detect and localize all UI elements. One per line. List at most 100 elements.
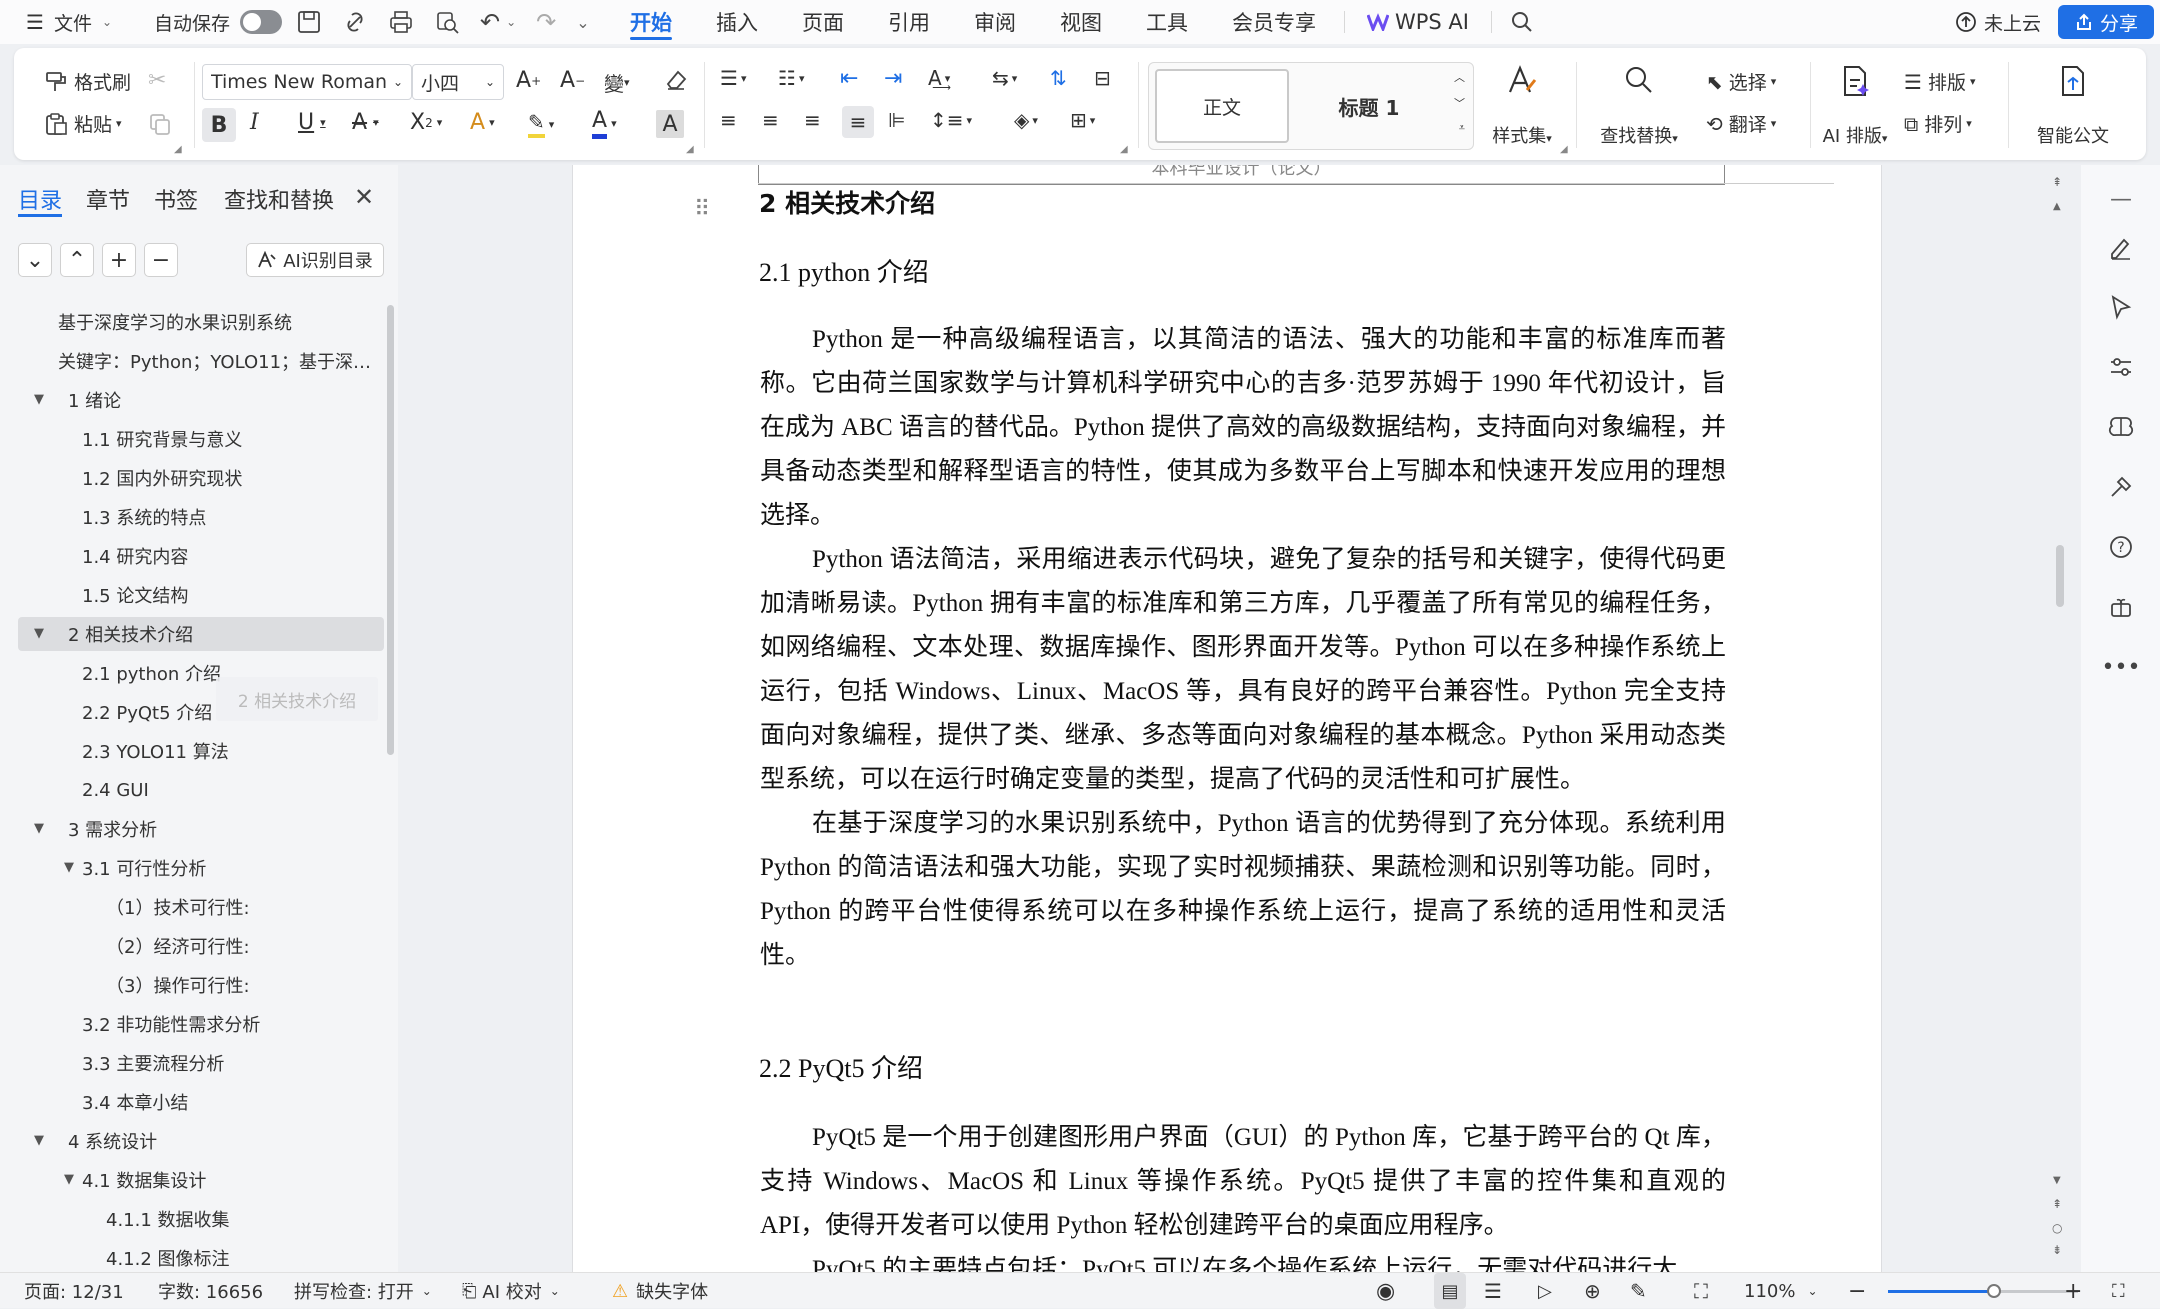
toc-item[interactable]: 3.2 非功能性需求分析: [82, 1007, 260, 1041]
tools-icon[interactable]: [2103, 469, 2139, 505]
paragraph[interactable]: Python 是一种高级编程语言，以其简洁的语法、强大的功能和丰富的标准库而著称…: [760, 318, 1726, 538]
next-page-icon[interactable]: ⇟: [2052, 1243, 2062, 1257]
font-name-select[interactable]: Times New Roman ⌄: [202, 64, 412, 100]
tab-home[interactable]: 开始: [608, 0, 694, 44]
grow-font-icon[interactable]: A +: [516, 68, 541, 93]
minimize-panel-icon[interactable]: —: [2103, 181, 2139, 217]
print-icon[interactable]: [388, 8, 414, 36]
toc-item[interactable]: 4.1.2 图像标注: [106, 1241, 230, 1275]
toggle-switch[interactable]: [240, 10, 283, 34]
adjust-sliders-icon[interactable]: [2103, 349, 2139, 385]
tab-tools[interactable]: 工具: [1124, 0, 1210, 44]
corner-expand-icon[interactable]: ◢: [174, 144, 182, 155]
tab-member[interactable]: 会员专享: [1210, 0, 1338, 44]
cursor-icon[interactable]: [2103, 289, 2139, 325]
smart-doc-button[interactable]: 智能公文: [2018, 64, 2128, 148]
more-icon[interactable]: •••: [2102, 649, 2141, 685]
prev-page-icon[interactable]: ⇞: [2052, 1197, 2062, 1211]
collapse-all-button[interactable]: ⌄: [18, 243, 52, 277]
autosave-toggle[interactable]: 自动保存: [154, 0, 283, 44]
toc-item[interactable]: 3 需求分析: [68, 812, 157, 846]
expand-up-button[interactable]: ⌃: [60, 243, 94, 277]
remove-heading-button[interactable]: −: [144, 243, 178, 277]
toc-item[interactable]: 2.3 YOLO11 算法: [82, 734, 229, 768]
expand-arrow-icon[interactable]: ▼: [64, 860, 74, 875]
style-normal[interactable]: 正文: [1155, 69, 1289, 143]
toc-item[interactable]: 基于深度学习的水果识别系统: [58, 305, 292, 339]
expand-arrow-icon[interactable]: ▼: [64, 1172, 74, 1187]
help-icon[interactable]: ?: [2103, 529, 2139, 565]
toc-item[interactable]: 4.1.1 数据收集: [106, 1202, 230, 1236]
arrange-button[interactable]: ⧉ 排列 ▾: [1904, 110, 1972, 137]
play-icon[interactable]: ▷: [1538, 1273, 1552, 1309]
select-button[interactable]: ⬉ 选择 ▾: [1706, 68, 1776, 95]
corner-expand-icon[interactable]: ◢: [1560, 144, 1568, 155]
corner-expand-icon[interactable]: ◢: [1120, 144, 1128, 155]
tab-view[interactable]: 视图: [1038, 0, 1124, 44]
select-browse-object-icon[interactable]: ○: [2052, 1221, 2062, 1235]
clear-format-icon[interactable]: [664, 68, 688, 92]
fit-page-icon[interactable]: ⛶: [1694, 1273, 1708, 1309]
share-button[interactable]: 分享: [2058, 5, 2154, 39]
heading-2-pyqt5[interactable]: 2.2 PyQt5 介绍: [759, 1048, 923, 1085]
zoom-in-icon[interactable]: +: [2064, 1273, 2082, 1309]
numbered-list-icon[interactable]: ☷ ▾: [778, 66, 804, 90]
toc-item[interactable]: 2.4 GUI: [82, 773, 149, 807]
toc-item[interactable]: 1.1 研究背景与意义: [82, 422, 242, 456]
pen-edit-icon[interactable]: [2103, 229, 2139, 265]
text-direction-icon[interactable]: A͢ ▾: [928, 66, 950, 90]
toc-item[interactable]: 1.5 论文结构: [82, 578, 188, 612]
tab-references[interactable]: 引用: [866, 0, 952, 44]
corner-expand-icon[interactable]: ◢: [686, 144, 694, 155]
tab-find-replace[interactable]: 查找和替换: [224, 183, 334, 215]
print-preview-icon[interactable]: [434, 8, 460, 36]
toc-item[interactable]: 1.3 系统的特点: [82, 500, 206, 534]
highlight-button[interactable]: ✎ ▾: [528, 110, 554, 138]
font-color-button[interactable]: A ▾: [592, 108, 617, 139]
toc-item[interactable]: 2 相关技术介绍: [68, 617, 193, 651]
bold-button[interactable]: B: [202, 108, 236, 142]
paragraph[interactable]: 在基于深度学习的水果识别系统中，Python 语言的优势得到了充分体现。系统利用…: [760, 802, 1726, 978]
cut-icon[interactable]: ✂: [148, 68, 166, 93]
toc-item[interactable]: （2）经济可行性:: [106, 929, 250, 963]
expand-arrow-icon[interactable]: ▼: [34, 392, 44, 407]
doc-scrollbar[interactable]: [2056, 545, 2064, 607]
search-icon[interactable]: [1510, 10, 1534, 34]
italic-button[interactable]: I: [250, 110, 259, 135]
find-replace-button[interactable]: 查找替换▾: [1580, 64, 1698, 148]
sort-icon[interactable]: ⇅: [1050, 66, 1067, 90]
tab-chapters[interactable]: 章节: [86, 183, 130, 215]
layout-button[interactable]: ☰ 排版 ▾: [1904, 68, 1975, 95]
toc-item[interactable]: 1.4 研究内容: [82, 539, 188, 573]
page-up-icon[interactable]: ⇞: [2052, 175, 2062, 189]
toc-item[interactable]: 2.2 PyQt5 介绍: [82, 695, 212, 729]
zoom-slider-thumb[interactable]: [1987, 1284, 2002, 1298]
distributed-align-icon[interactable]: ⊫: [888, 108, 905, 132]
save-icon[interactable]: [296, 8, 322, 36]
toc-item[interactable]: 3.1 可行性分析: [82, 851, 206, 885]
toc-item[interactable]: 3.4 本章小结: [82, 1085, 188, 1119]
drag-handle-icon[interactable]: ⠿: [694, 197, 710, 222]
phonetic-guide-icon[interactable]: 變 ▾: [604, 68, 630, 97]
toc-item[interactable]: 1.2 国内外研究现状: [82, 461, 242, 495]
style-set-button[interactable]: 样式集▾: [1482, 64, 1562, 148]
shading-icon[interactable]: ◈ ▾: [1014, 108, 1038, 132]
pen-mode-icon[interactable]: ✎: [1630, 1273, 1647, 1309]
toc-item[interactable]: 3.3 主要流程分析: [82, 1046, 224, 1080]
toc-scrollbar[interactable]: [387, 305, 394, 755]
tab-bookmarks[interactable]: 书签: [154, 183, 198, 215]
outline-view-icon[interactable]: ☰: [1484, 1273, 1502, 1309]
toc-item[interactable]: （3）操作可行性:: [106, 968, 250, 1002]
gallery-scroll-down-icon[interactable]: ﹀: [1454, 95, 1465, 111]
shrink-font-icon[interactable]: A −: [560, 68, 585, 93]
align-left-icon[interactable]: ≡: [720, 108, 737, 132]
undo-icon[interactable]: ↶: [480, 8, 500, 36]
line-spacing-icon[interactable]: ↕≡ ▾: [930, 108, 972, 132]
word-count[interactable]: 字数: 16656: [158, 1273, 263, 1309]
tab-wps-ai[interactable]: WPS AI: [1351, 0, 1485, 44]
page-view-icon[interactable]: ▤: [1434, 1273, 1466, 1309]
show-marks-icon[interactable]: ⊟: [1094, 66, 1111, 90]
bullet-list-icon[interactable]: ☰ ▾: [720, 66, 746, 90]
heading-1[interactable]: 2 相关技术介绍: [759, 184, 935, 220]
toc-item[interactable]: 关键字：Python；YOLO11；基于深…: [58, 344, 371, 378]
